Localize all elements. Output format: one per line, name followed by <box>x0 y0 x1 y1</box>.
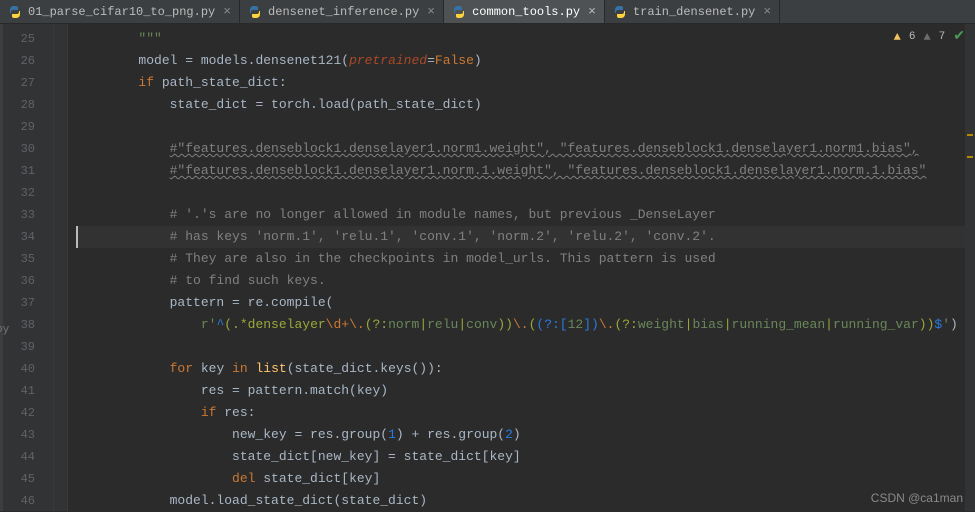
line-number: 31 <box>0 160 35 182</box>
fold-marker <box>54 204 67 226</box>
code-area[interactable]: """ model = models.densenet121(pretraine… <box>68 24 975 511</box>
weak-warning-count: 7 <box>939 31 946 43</box>
fold-marker <box>54 314 67 336</box>
code-line[interactable]: """ <box>76 28 975 50</box>
inspection-status[interactable]: ▲ 6 ▲ 7 ✔ <box>894 28 965 45</box>
side-label: py <box>0 324 9 336</box>
line-number: 27 <box>0 72 35 94</box>
code-line[interactable]: #"features.denseblock1.denselayer1.norm1… <box>76 138 975 160</box>
fold-marker <box>54 28 67 50</box>
warning-count: 6 <box>909 31 916 43</box>
code-line[interactable]: # '.'s are no longer allowed in module n… <box>76 204 975 226</box>
line-number: 43 <box>0 424 35 446</box>
line-number: 34 <box>0 226 35 248</box>
code-line[interactable]: model = models.densenet121(pretrained=Fa… <box>76 50 975 72</box>
line-number: 46 <box>0 490 35 512</box>
code-line[interactable]: # They are also in the checkpoints in mo… <box>76 248 975 270</box>
line-number: 39 <box>0 336 35 358</box>
fold-marker <box>54 226 67 248</box>
fold-marker <box>54 336 67 358</box>
code-line[interactable]: pattern = re.compile( <box>76 292 975 314</box>
fold-column <box>54 24 68 511</box>
fold-marker <box>54 358 67 380</box>
text-caret <box>76 226 78 248</box>
fold-marker <box>54 50 67 72</box>
fold-marker <box>54 248 67 270</box>
tab-label: common_tools.py <box>472 5 580 19</box>
tab-train_densenet-py[interactable]: train_densenet.py × <box>605 0 780 23</box>
code-line[interactable] <box>76 116 975 138</box>
tab-densenet_inference-py[interactable]: densenet_inference.py × <box>240 0 444 23</box>
checkmark-icon: ✔ <box>953 28 965 45</box>
fold-marker <box>54 72 67 94</box>
python-file-icon <box>8 5 22 19</box>
line-number: 36 <box>0 270 35 292</box>
code-line[interactable]: # to find such keys. <box>76 270 975 292</box>
fold-marker <box>54 182 67 204</box>
python-file-icon <box>613 5 627 19</box>
code-line[interactable]: r'^(.*denselayer\d+\.(?:norm|relu|conv))… <box>76 314 975 336</box>
code-line[interactable]: res = pattern.match(key) <box>76 380 975 402</box>
python-file-icon <box>248 5 262 19</box>
line-number: 37 <box>0 292 35 314</box>
line-number: 29 <box>0 116 35 138</box>
code-line[interactable]: # has keys 'norm.1', 'relu.1', 'conv.1',… <box>76 226 975 248</box>
line-number: 28 <box>0 94 35 116</box>
fold-marker <box>54 446 67 468</box>
editor-tabs: 01_parse_cifar10_to_png.py×densenet_infe… <box>0 0 975 24</box>
tab-01_parse_cifar10_to_png-py[interactable]: 01_parse_cifar10_to_png.py × <box>0 0 240 23</box>
code-line[interactable]: if res: <box>76 402 975 424</box>
code-line[interactable]: state_dict = torch.load(path_state_dict) <box>76 94 975 116</box>
close-icon[interactable]: × <box>427 4 435 19</box>
fold-marker <box>54 270 67 292</box>
fold-marker <box>54 116 67 138</box>
line-number: 40 <box>0 358 35 380</box>
code-line[interactable]: model.load_state_dict(state_dict) <box>76 490 975 511</box>
line-number: 33 <box>0 204 35 226</box>
line-number: 30 <box>0 138 35 160</box>
code-line[interactable] <box>76 182 975 204</box>
line-number-gutter: 2526272829303132333435363738394041424344… <box>0 24 54 511</box>
code-line[interactable]: for key in list(state_dict.keys()): <box>76 358 975 380</box>
editor-pane: 2526272829303132333435363738394041424344… <box>0 24 975 511</box>
fold-marker <box>54 94 67 116</box>
tab-label: train_densenet.py <box>633 5 755 19</box>
line-number: 41 <box>0 380 35 402</box>
close-icon[interactable]: × <box>763 4 771 19</box>
fold-marker <box>54 468 67 490</box>
python-file-icon <box>452 5 466 19</box>
fold-marker <box>54 402 67 424</box>
fold-marker <box>54 160 67 182</box>
close-icon[interactable]: × <box>588 4 596 19</box>
fold-marker <box>54 424 67 446</box>
close-icon[interactable]: × <box>223 4 231 19</box>
fold-marker <box>54 292 67 314</box>
tab-label: 01_parse_cifar10_to_png.py <box>28 5 215 19</box>
code-line[interactable]: if path_state_dict: <box>76 72 975 94</box>
line-number: 32 <box>0 182 35 204</box>
weak-warning-icon: ▲ <box>923 30 930 44</box>
line-number: 42 <box>0 402 35 424</box>
code-line[interactable]: state_dict[new_key] = state_dict[key] <box>76 446 975 468</box>
error-stripe[interactable] <box>965 24 975 511</box>
line-number: 45 <box>0 468 35 490</box>
code-line[interactable]: new_key = res.group(1) + res.group(2) <box>76 424 975 446</box>
code-line[interactable] <box>76 336 975 358</box>
warning-icon: ▲ <box>894 30 901 44</box>
watermark-text: CSDN @ca1man <box>871 491 963 505</box>
fold-marker <box>54 490 67 512</box>
code-line[interactable]: #"features.denseblock1.denselayer1.norm.… <box>76 160 975 182</box>
line-number: 44 <box>0 446 35 468</box>
code-line[interactable]: del state_dict[key] <box>76 468 975 490</box>
tab-label: densenet_inference.py <box>268 5 419 19</box>
fold-marker <box>54 380 67 402</box>
tab-common_tools-py[interactable]: common_tools.py × <box>444 0 605 23</box>
fold-marker <box>54 138 67 160</box>
line-number: 25 <box>0 28 35 50</box>
left-gutter-strip <box>0 24 3 511</box>
line-number: 26 <box>0 50 35 72</box>
line-number: 35 <box>0 248 35 270</box>
